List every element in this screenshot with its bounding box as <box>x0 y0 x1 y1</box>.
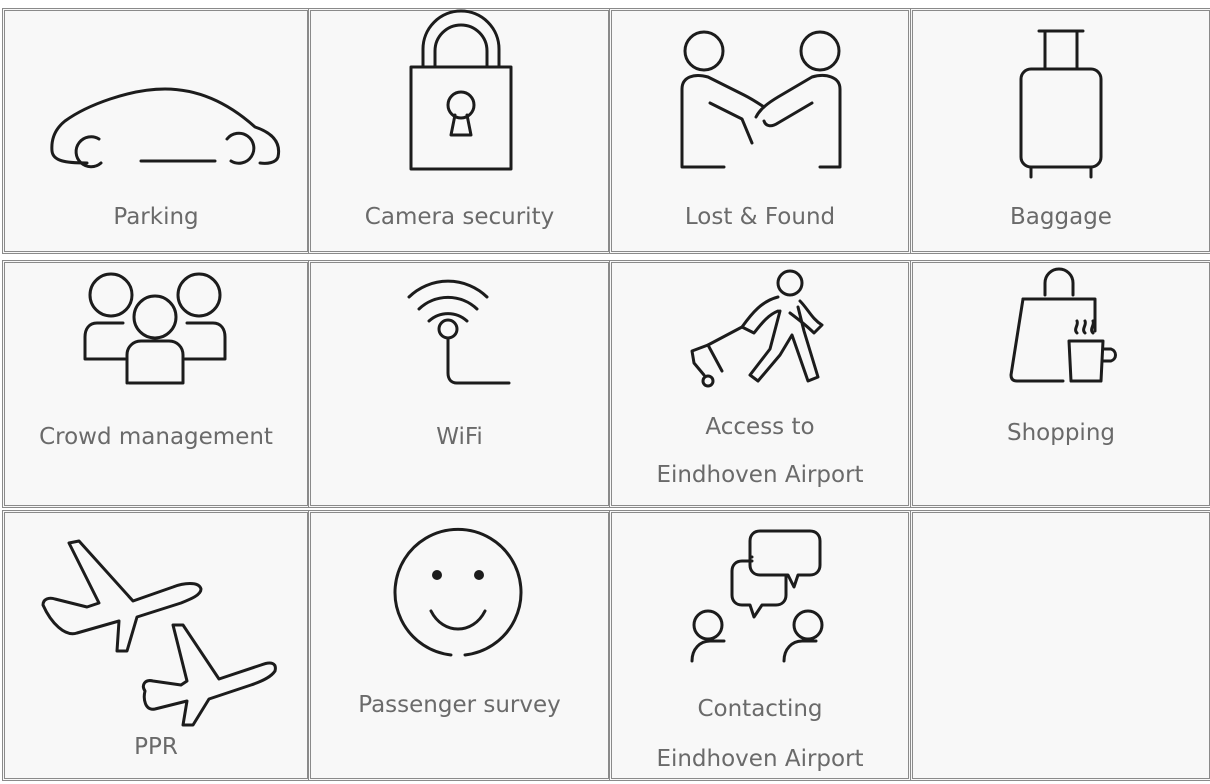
tile-label: Lost & Found <box>684 204 836 230</box>
tile-parking[interactable]: Parking <box>2 8 310 254</box>
tile-label: Crowd management <box>39 424 273 450</box>
tile-baggage[interactable]: Baggage <box>910 8 1210 254</box>
tile-contacting-airport[interactable]: Contacting Eindhoven Airport <box>609 510 911 781</box>
tile-lost-found[interactable]: Lost & Found <box>609 8 911 254</box>
tile-access-airport[interactable]: Access to Eindhoven Airport <box>609 260 911 508</box>
services-grid: Parking Camera security Lost & Found Bag… <box>0 0 1210 781</box>
tile-camera-security[interactable]: Camera security <box>308 8 611 254</box>
tile-label: Contacting <box>697 696 823 722</box>
wifi-icon <box>407 279 511 385</box>
smiley-icon <box>393 527 523 657</box>
shopping-bag-coffee-icon <box>1009 267 1117 383</box>
tile-empty <box>910 510 1210 781</box>
tile-label: PPR <box>134 734 178 760</box>
tile-label: WiFi <box>436 424 483 450</box>
tile-label-line2: Eindhoven Airport <box>656 462 864 488</box>
tile-label: Parking <box>113 204 199 230</box>
tile-label: Shopping <box>1006 420 1115 446</box>
tile-label-line2: Eindhoven Airport <box>656 746 864 772</box>
people-group-icon <box>83 272 227 385</box>
tile-wifi[interactable]: WiFi <box>308 260 611 508</box>
tile-shopping[interactable]: Shopping <box>910 260 1210 508</box>
tile-passenger-survey[interactable]: Passenger survey <box>308 510 611 781</box>
tile-ppr[interactable]: PPR <box>2 510 310 781</box>
tile-label: Baggage <box>1010 204 1112 230</box>
tile-label: Access to <box>705 414 815 440</box>
tile-label: Passenger survey <box>358 692 561 718</box>
tile-crowd-management[interactable]: Crowd management <box>2 260 310 508</box>
tile-label: Camera security <box>364 204 555 230</box>
